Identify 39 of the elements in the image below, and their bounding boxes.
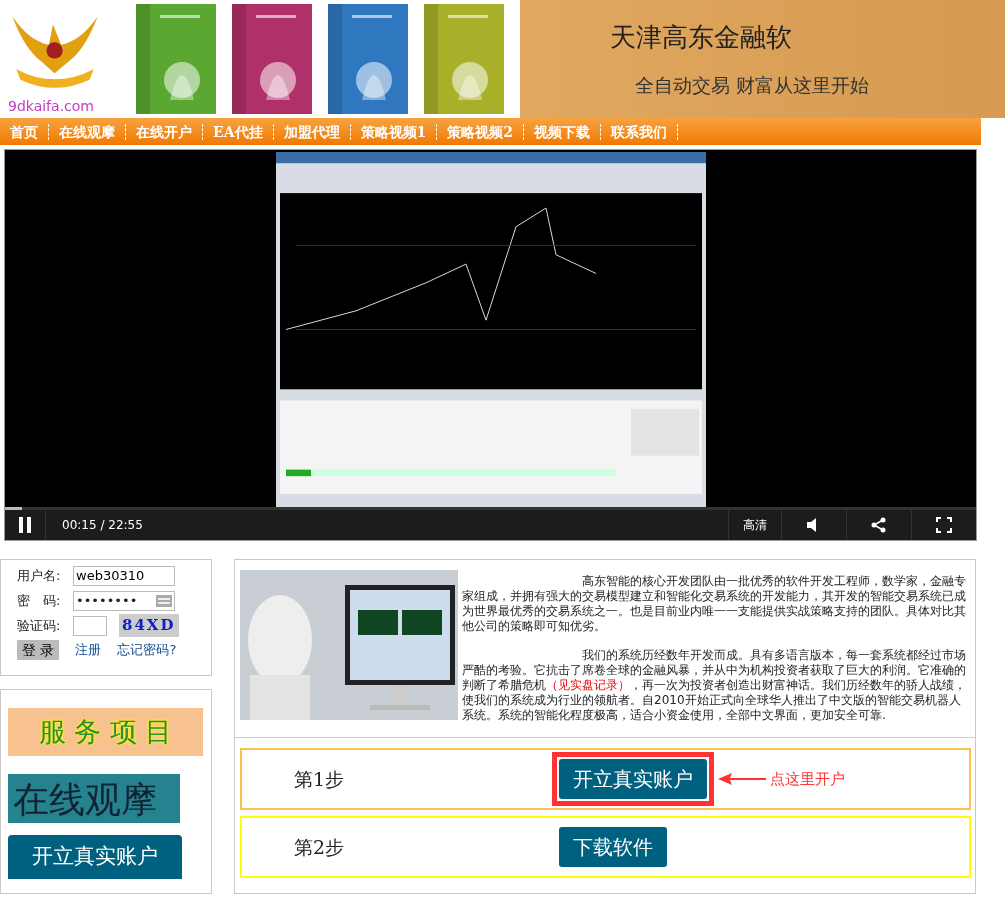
fullscreen-icon [936,517,952,533]
nav-link[interactable]: 策略视频1 [350,123,438,140]
quality-button[interactable]: 高清 [728,510,781,540]
share-icon [871,517,887,533]
nav-link[interactable]: 首页 [0,123,49,140]
nav-link[interactable]: 联系我们 [601,123,679,140]
record-link[interactable]: （见实盘记录） [546,678,630,692]
banner-slogan: 全自动交易 财富从这里开始 [635,73,871,98]
username-field[interactable]: web30310 [73,565,175,586]
text-link[interactable]: 注册 [75,640,102,660]
field-label: 用户名: [17,566,62,585]
text-link[interactable]: 忘记密码? [117,640,177,660]
hint-text: 点这里开户 [770,768,845,790]
nav-link[interactable]: EA代挂 [203,123,274,140]
field-label: 密 码: [17,591,62,610]
nav-link[interactable]: 视频下载 [524,123,602,140]
field-label: 验证码: [17,616,62,635]
open-account-button[interactable]: 开立真实账户 [559,759,707,799]
time-display: 00:15 / 22:55 [62,517,143,534]
nav-link[interactable]: 加盟代理 [273,123,351,140]
login-button[interactable]: 登 录 [17,640,60,660]
step-label: 第2步 [293,834,346,860]
banner-title: 天津高东金融软 [610,21,793,54]
captcha-image: 84XD [119,614,179,637]
pause-icon [19,517,31,533]
arrow-icon [718,772,766,786]
captcha-field[interactable] [73,615,107,636]
logo-text: 9dkaifa.com [7,97,95,116]
service-button[interactable]: 在线观摩 [8,774,180,823]
password-field[interactable]: •••••••• [73,590,175,611]
open-account-button[interactable]: 下载软件 [559,827,667,867]
paragraph: 高东智能的核心开发团队由一批优秀的软件开发工程师，数学家，金融专家组成，并拥有强大的交易模型建立和智能化交易系统的开发能力，其开发的智能交易系统已成为世界最优秀的交易系统之一。也是目前业内唯一一支能提供实战策略支持的团队。具体对比其他公司的策略即可知优劣。 [462,574,967,634]
service-button[interactable]: 开立真实账户 [8,835,182,879]
nav-link[interactable]: 在线开户 [126,123,203,140]
nav-link[interactable]: 策略视频2 [437,123,525,140]
services-heading: 服 务 项 目 [8,708,203,756]
paragraph: 我们的系统历经数年开发而成。具有多语言版本，每一套系统都经过市场严酷的考验。它抗击了席卷全球的金融风暴，并从中为机构投资者获取了巨大的利润。它准确的判断了希腊危机（见实盘记录），再一次为投资者创造出财富神话。我们历经数年的骄人战绩，使我们的系统成为行业的领航者。自2010开始正式向全球华人推出了中文版的智能交易机器人系统。系统的智能化程度极高，适合小资金使用，全部中文界面，更加安全可靠. [462,648,967,723]
nav-link[interactable]: 在线观摩 [49,123,126,140]
step-label: 第1步 [293,766,346,792]
